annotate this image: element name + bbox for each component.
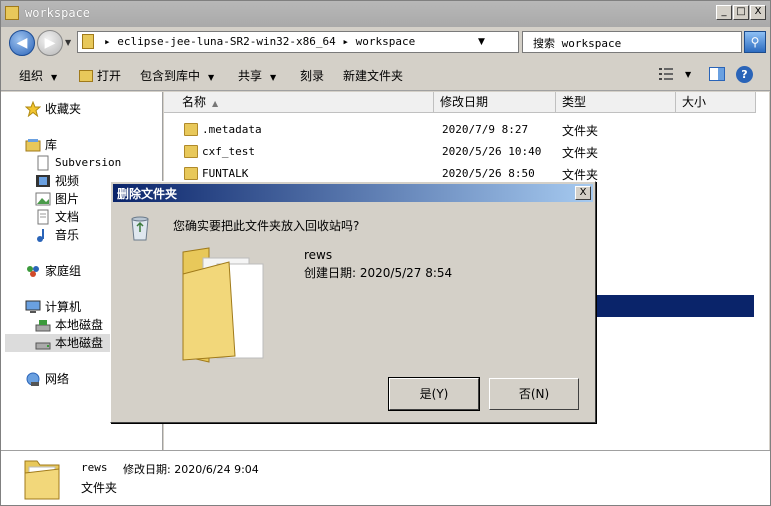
star-icon <box>25 101 41 117</box>
table-row[interactable]: cxf_test 2020/5/26 10:40 文件夹 <box>164 141 754 163</box>
folder-icon <box>24 460 60 500</box>
disk-icon <box>35 342 51 350</box>
recycle-bin-icon <box>131 216 149 241</box>
address-path: ▸ eclipse-jee-luna-SR2-win32-x86_64 ▸ wo… <box>104 35 416 48</box>
no-button[interactable]: 否(N) <box>489 378 579 410</box>
preview-pane-icon[interactable] <box>709 67 725 81</box>
search-button[interactable]: ⚲ <box>744 31 766 53</box>
open-button[interactable]: 打开 <box>79 67 121 84</box>
folder-icon <box>79 70 93 82</box>
chevron-down-icon: ▼ <box>208 73 215 82</box>
minimize-button[interactable]: _ <box>716 5 732 20</box>
homegroup-icon <box>27 266 39 277</box>
dialog-created-date: 创建日期: 2020/5/27 8:54 <box>304 266 453 280</box>
close-button[interactable]: X <box>750 5 766 20</box>
search-icon: ⚲ <box>750 35 760 49</box>
chevron-down-icon: ▼ <box>270 73 277 82</box>
command-bar: 组织 ▼ 打开 包含到库中 ▼ 共享 ▼ 刻录 新建文件夹 ▼ ? <box>1 59 770 91</box>
maximize-button[interactable]: □ <box>733 5 749 20</box>
view-options-icon[interactable] <box>658 67 674 81</box>
details-file-type: 文件夹 <box>81 481 118 495</box>
column-header-type[interactable]: 类型 <box>556 92 676 113</box>
back-button[interactable]: ◀ <box>9 30 35 56</box>
details-file-name: rews <box>81 461 108 474</box>
share-menu[interactable]: 共享 ▼ <box>238 67 276 84</box>
address-field[interactable]: ▸ eclipse-jee-luna-SR2-win32-x86_64 ▸ wo… <box>77 31 592 53</box>
address-bar-row: ◀ ▶ ▼ ▸ eclipse-jee-luna-SR2-win32-x86_6… <box>1 27 770 59</box>
folder-icon <box>5 6 19 20</box>
dialog-title-bar[interactable]: 删除文件夹 X <box>113 184 593 202</box>
details-modified-date: 修改日期: 2020/6/24 9:04 <box>123 463 259 476</box>
column-header-date[interactable]: 修改日期 <box>434 92 556 113</box>
table-row[interactable]: .metadata 2020/7/9 8:27 文件夹 <box>164 119 754 141</box>
yes-button[interactable]: 是(Y) <box>388 377 480 411</box>
recent-pages-dropdown[interactable]: ▼ <box>65 38 71 47</box>
search-input[interactable]: 搜索 workspace <box>522 31 742 53</box>
search-placeholder: 搜索 workspace <box>533 37 622 50</box>
folder-icon <box>184 167 198 180</box>
computer-icon <box>25 300 41 313</box>
burn-button[interactable]: 刻录 <box>300 67 324 84</box>
chevron-down-icon[interactable]: ▼ <box>478 37 485 47</box>
new-folder-button[interactable]: 新建文件夹 <box>343 67 403 84</box>
network-icon <box>26 372 40 386</box>
music-note-icon <box>37 229 44 242</box>
document-icon <box>37 209 49 225</box>
folder-icon <box>184 145 198 158</box>
folder-icon <box>182 247 264 363</box>
dialog-close-button[interactable]: X <box>575 186 591 200</box>
delete-folder-dialog: 删除文件夹 X 您确实要把此文件夹放入回收站吗? rews 创建日期: 2020… <box>110 181 596 423</box>
selected-row-highlight[interactable] <box>594 295 754 317</box>
dialog-folder-name: rews <box>304 248 333 262</box>
disk-icon <box>35 320 51 332</box>
film-icon <box>36 175 50 187</box>
dialog-title: 删除文件夹 <box>117 187 178 201</box>
chevron-down-icon[interactable]: ▼ <box>685 70 691 79</box>
column-header-name[interactable]: 名称 ▲ <box>164 92 434 113</box>
folder-icon <box>82 34 94 49</box>
picture-icon <box>35 192 51 206</box>
details-pane: rews 修改日期: 2020/6/24 9:04 文件夹 <box>1 450 770 505</box>
title-bar[interactable]: workspace _ □ X <box>1 1 770 27</box>
include-in-library-menu[interactable]: 包含到库中 ▼ <box>140 67 214 84</box>
folder-icon <box>184 123 198 136</box>
window-title: workspace <box>25 6 91 20</box>
help-icon[interactable]: ? <box>736 66 753 83</box>
chevron-down-icon: ▼ <box>51 73 58 82</box>
library-icon <box>25 139 41 152</box>
dialog-question: 您确实要把此文件夹放入回收站吗? <box>173 219 360 233</box>
sort-ascending-icon: ▲ <box>212 99 219 108</box>
document-icon <box>37 155 49 171</box>
forward-button[interactable]: ▶ <box>37 30 63 56</box>
organize-menu[interactable]: 组织 ▼ <box>19 67 57 84</box>
column-header-size[interactable]: 大小 <box>676 92 756 113</box>
